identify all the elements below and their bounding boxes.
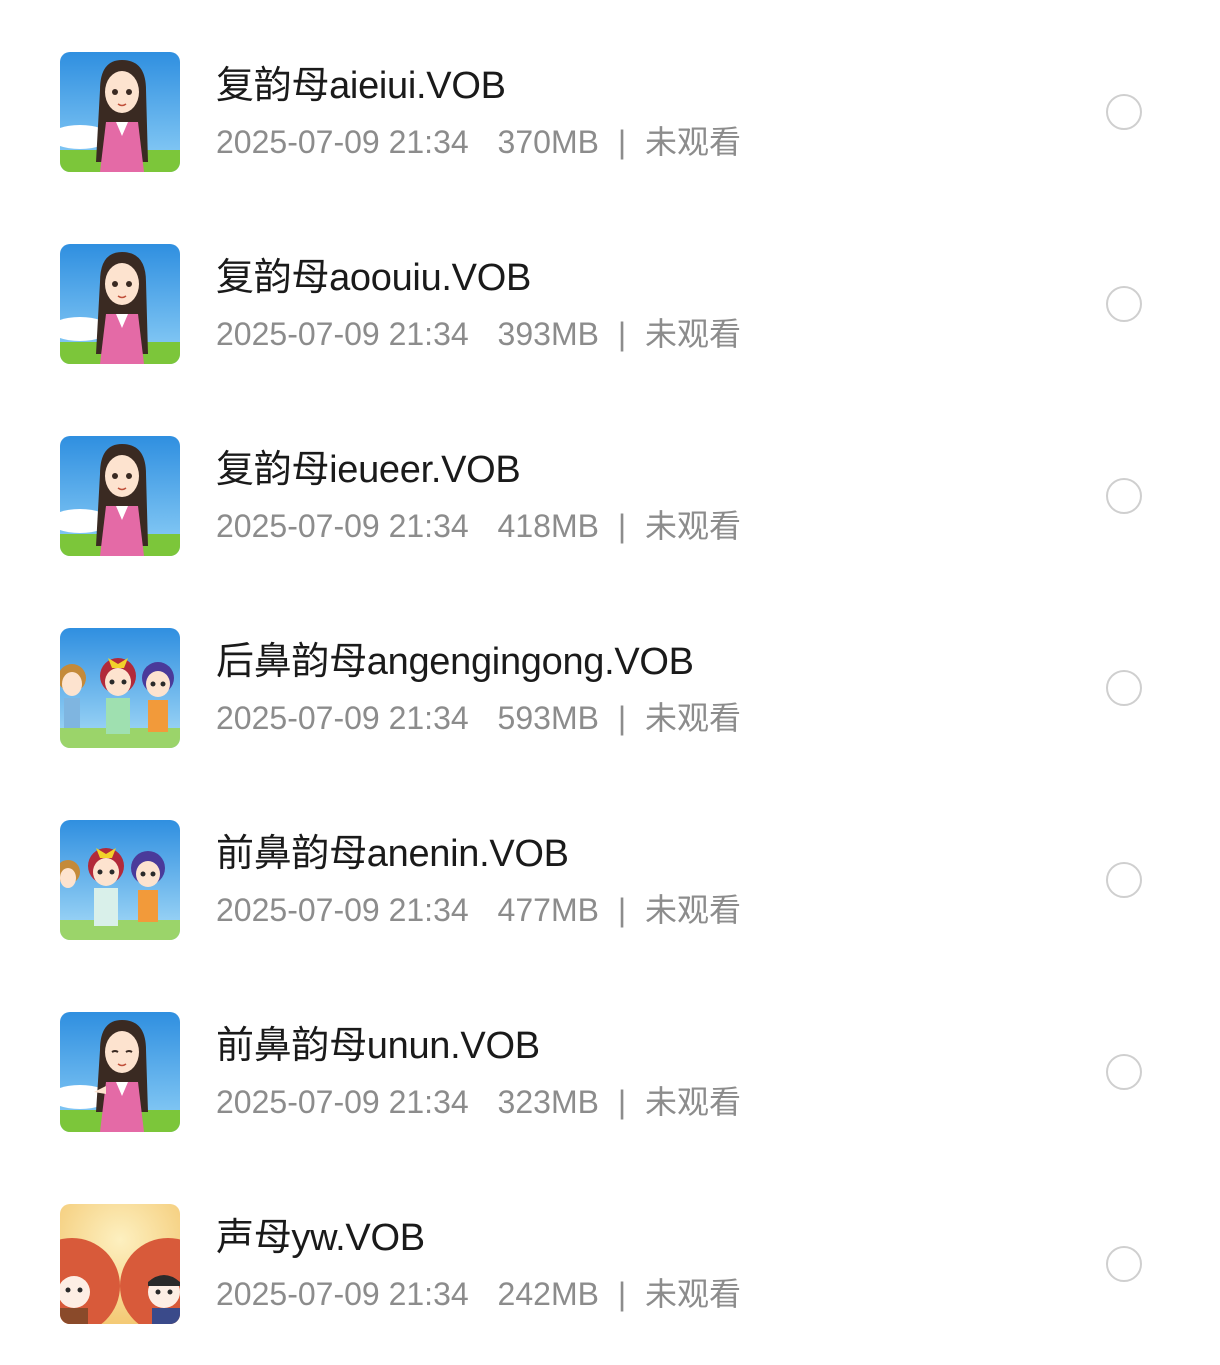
file-list-item[interactable]: 复韵母ieueer.VOB 2025-07-09 21:34 418MB | 未… [0, 400, 1220, 592]
file-meta: 2025-07-09 21:34 242MB | 未观看 [216, 1274, 741, 1314]
file-name[interactable]: 声母yw.VOB [216, 1214, 425, 1262]
meta-separator: | [617, 1084, 627, 1120]
file-date: 2025-07-09 21:34 [216, 1084, 469, 1120]
file-list-item[interactable]: 复韵母aieiui.VOB 2025-07-09 21:34 370MB | 未… [0, 16, 1220, 208]
file-name[interactable]: 复韵母ieueer.VOB [216, 446, 521, 494]
file-meta: 2025-07-09 21:34 323MB | 未观看 [216, 1082, 741, 1122]
meta-separator: | [617, 700, 627, 736]
file-date: 2025-07-09 21:34 [216, 508, 469, 544]
file-meta: 2025-07-09 21:34 418MB | 未观看 [216, 506, 741, 546]
cartoon-two-babies-image [60, 1204, 180, 1324]
select-radio-button[interactable] [1106, 94, 1142, 130]
watch-status: 未观看 [645, 316, 742, 352]
file-name[interactable]: 复韵母aoouiu.VOB [216, 254, 531, 302]
select-radio-button[interactable] [1106, 1054, 1142, 1090]
file-meta: 2025-07-09 21:34 477MB | 未观看 [216, 890, 741, 930]
video-thumbnail[interactable] [60, 628, 180, 748]
file-list-item[interactable]: 后鼻韵母angengingong.VOB 2025-07-09 21:34 59… [0, 592, 1220, 784]
select-radio-button[interactable] [1106, 478, 1142, 514]
file-list-item[interactable]: 前鼻韵母anenin.VOB 2025-07-09 21:34 477MB | … [0, 784, 1220, 976]
file-date: 2025-07-09 21:34 [216, 892, 469, 928]
file-meta: 2025-07-09 21:34 370MB | 未观看 [216, 122, 741, 162]
file-name[interactable]: 前鼻韵母anenin.VOB [216, 830, 569, 878]
video-thumbnail[interactable] [60, 244, 180, 364]
file-size: 593MB [497, 700, 599, 736]
select-radio-button[interactable] [1106, 862, 1142, 898]
cartoon-girl-teacher-image [60, 436, 180, 556]
file-date: 2025-07-09 21:34 [216, 1276, 469, 1312]
file-meta: 2025-07-09 21:34 393MB | 未观看 [216, 314, 741, 354]
meta-separator: | [617, 316, 627, 352]
video-thumbnail[interactable] [60, 1204, 180, 1324]
file-name[interactable]: 后鼻韵母angengingong.VOB [216, 638, 694, 686]
cartoon-three-girls-image [60, 628, 180, 748]
file-size: 393MB [497, 316, 599, 352]
video-thumbnail[interactable] [60, 436, 180, 556]
video-file-list: 复韵母aieiui.VOB 2025-07-09 21:34 370MB | 未… [0, 16, 1220, 1360]
watch-status: 未观看 [645, 1276, 742, 1312]
file-list-item[interactable]: 前鼻韵母unun.VOB 2025-07-09 21:34 323MB | 未观… [0, 976, 1220, 1168]
select-radio-button[interactable] [1106, 1246, 1142, 1282]
file-size: 418MB [497, 508, 599, 544]
file-meta: 2025-07-09 21:34 593MB | 未观看 [216, 698, 741, 738]
watch-status: 未观看 [645, 124, 742, 160]
meta-separator: | [617, 1276, 627, 1312]
file-list-item[interactable]: 复韵母aoouiu.VOB 2025-07-09 21:34 393MB | 未… [0, 208, 1220, 400]
file-size: 242MB [497, 1276, 599, 1312]
file-date: 2025-07-09 21:34 [216, 124, 469, 160]
cartoon-three-girls-image [60, 820, 180, 940]
meta-separator: | [617, 124, 627, 160]
watch-status: 未观看 [645, 892, 742, 928]
watch-status: 未观看 [645, 700, 742, 736]
meta-separator: | [617, 892, 627, 928]
video-thumbnail[interactable] [60, 1012, 180, 1132]
file-name[interactable]: 复韵母aieiui.VOB [216, 62, 506, 110]
file-size: 477MB [497, 892, 599, 928]
select-radio-button[interactable] [1106, 670, 1142, 706]
video-thumbnail[interactable] [60, 52, 180, 172]
file-date: 2025-07-09 21:34 [216, 700, 469, 736]
file-date: 2025-07-09 21:34 [216, 316, 469, 352]
cartoon-girl-teacher-image [60, 52, 180, 172]
watch-status: 未观看 [645, 508, 742, 544]
video-thumbnail[interactable] [60, 820, 180, 940]
select-radio-button[interactable] [1106, 286, 1142, 322]
watch-status: 未观看 [645, 1084, 742, 1120]
file-size: 323MB [497, 1084, 599, 1120]
file-size: 370MB [497, 124, 599, 160]
file-name[interactable]: 前鼻韵母unun.VOB [216, 1022, 540, 1070]
meta-separator: | [617, 508, 627, 544]
cartoon-girl-teacher-image [60, 244, 180, 364]
cartoon-girl-teacher-image [60, 1012, 180, 1132]
file-list-item[interactable]: 声母yw.VOB 2025-07-09 21:34 242MB | 未观看 [0, 1168, 1220, 1360]
